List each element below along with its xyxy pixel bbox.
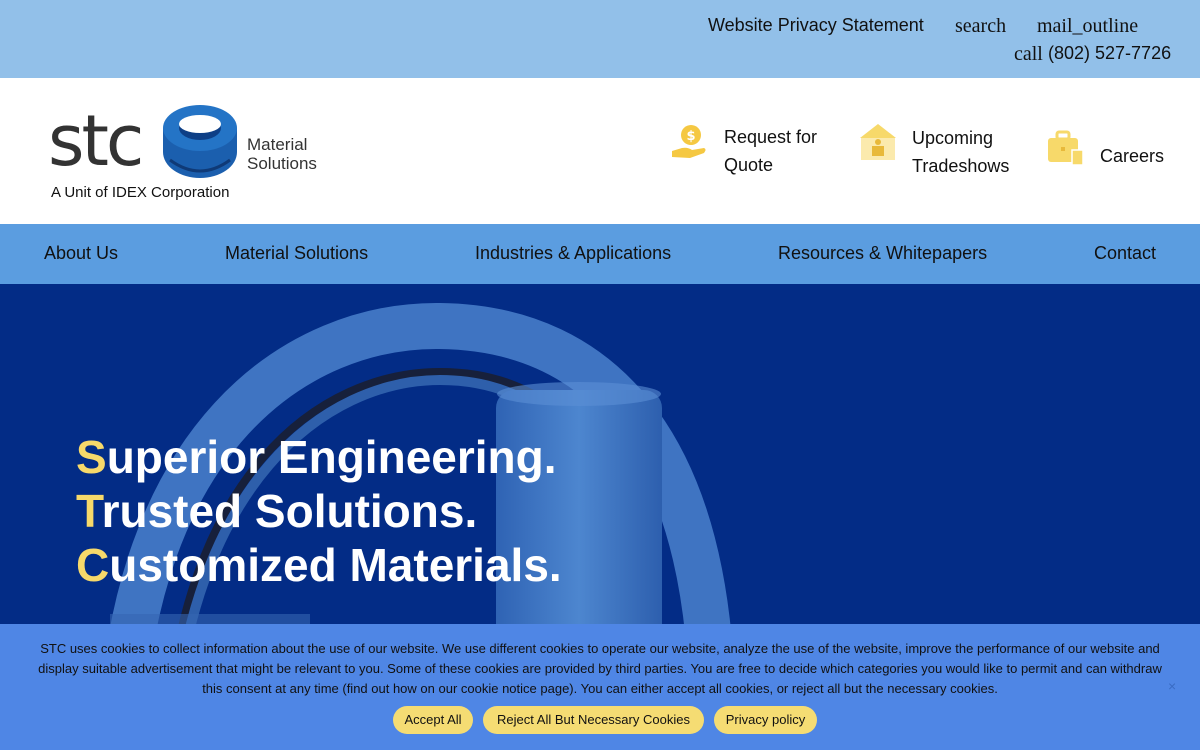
- accept-all-button[interactable]: Accept All: [393, 706, 473, 734]
- site-header: stc Material Solutions A Unit of IDEX Co…: [0, 78, 1200, 224]
- upcoming-tradeshows-link[interactable]: Upcoming Tradeshows: [858, 120, 1028, 180]
- cookie-notice-text: STC uses cookies to collect information …: [38, 641, 1162, 696]
- careers-label: Careers: [1100, 146, 1165, 166]
- search-icon[interactable]: search: [955, 15, 1006, 38]
- hero-line-3: Customized Materials.: [76, 538, 562, 592]
- phone-number-link[interactable]: (802) 527-7726: [1048, 43, 1171, 64]
- booth-icon: [860, 124, 896, 160]
- logo-tagline-line1: Material: [247, 135, 308, 154]
- nav-resources-whitepapers[interactable]: Resources & Whitepapers: [778, 243, 987, 264]
- briefcase-icon: [1048, 130, 1084, 166]
- request-quote-link[interactable]: $ Request for Quote: [670, 120, 830, 180]
- hero-line-2: Trusted Solutions.: [76, 484, 562, 538]
- reject-cookies-button[interactable]: Reject All But Necessary Cookies: [483, 706, 704, 734]
- stc-logo[interactable]: stc Material Solutions A Unit of IDEX Co…: [48, 100, 328, 210]
- logo-wordmark: stc: [48, 100, 144, 182]
- nav-material-solutions[interactable]: Material Solutions: [225, 243, 368, 264]
- svg-text:$: $: [686, 129, 695, 144]
- careers-link[interactable]: Careers: [1046, 128, 1166, 168]
- hero-line-2-text: rusted Solutions.: [101, 485, 478, 537]
- utility-bar: Website Privacy Statement search mail_ou…: [0, 0, 1200, 78]
- hero-line-1: Superior Engineering.: [76, 430, 562, 484]
- privacy-policy-button[interactable]: Privacy policy: [714, 706, 817, 734]
- main-navigation: About Us Material Solutions Industries &…: [0, 224, 1200, 284]
- nav-about-us[interactable]: About Us: [44, 243, 118, 264]
- hero-line-3-initial: C: [76, 539, 110, 591]
- hero-line-2-initial: T: [76, 485, 102, 537]
- hero-headline: Superior Engineering. Trusted Solutions.…: [76, 430, 562, 592]
- logo-unit-text: A Unit of IDEX Corporation: [51, 184, 230, 201]
- upcoming-tradeshows-label: Upcoming Tradeshows: [912, 128, 1010, 176]
- nav-contact[interactable]: Contact: [1094, 243, 1156, 264]
- money-hand-icon: $: [672, 125, 706, 158]
- request-quote-label: Request for Quote: [724, 127, 818, 175]
- logo-tagline-line2: Solutions: [247, 154, 317, 173]
- logo-ring-icon: [163, 105, 237, 178]
- hero-line-3-text: ustomized Materials.: [109, 539, 562, 591]
- nav-industries-applications[interactable]: Industries & Applications: [475, 243, 671, 264]
- hero-line-1-text: uperior Engineering.: [106, 431, 557, 483]
- close-icon[interactable]: ×: [1168, 678, 1176, 694]
- phone-icon: call: [1014, 43, 1043, 65]
- privacy-statement-link[interactable]: Website Privacy Statement: [708, 15, 924, 36]
- hero-line-1-initial: S: [76, 431, 107, 483]
- mail-icon[interactable]: mail_outline: [1037, 15, 1138, 38]
- cookie-consent-banner: STC uses cookies to collect information …: [0, 624, 1200, 750]
